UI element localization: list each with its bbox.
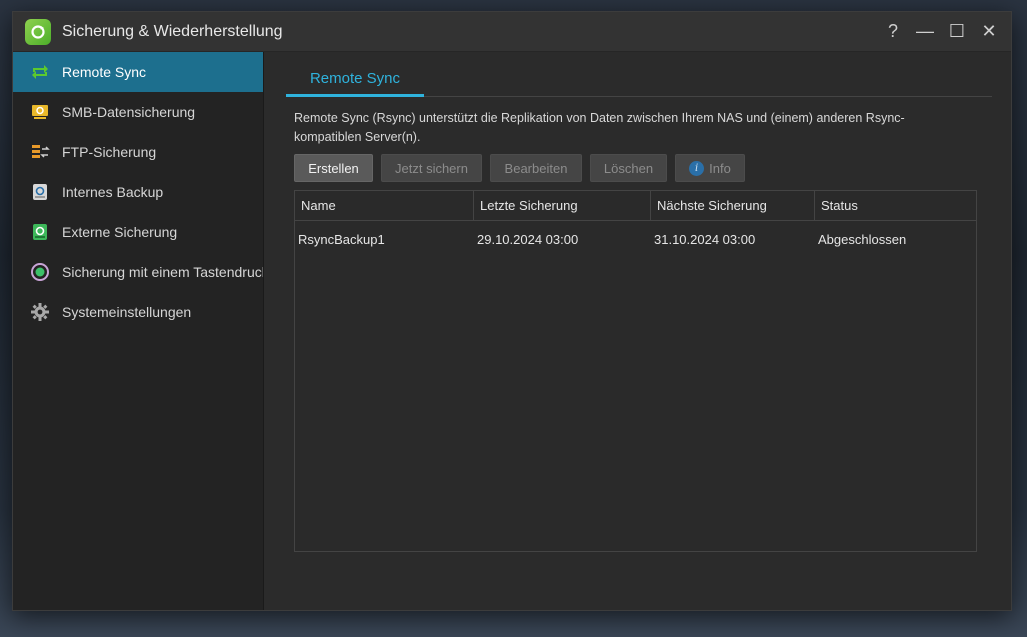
- one-touch-backup-icon: [30, 262, 50, 282]
- sidebar-item-smb-backup[interactable]: SMB-Datensicherung: [13, 92, 263, 132]
- sidebar-item-remote-sync[interactable]: Remote Sync: [13, 52, 263, 92]
- info-button-label: Info: [709, 160, 731, 176]
- column-header-status[interactable]: Status: [815, 191, 976, 220]
- sidebar-item-one-touch-backup[interactable]: Sicherung mit einem Tastendruck: [13, 252, 263, 292]
- edit-button[interactable]: Bearbeiten: [490, 154, 582, 182]
- sidebar-item-label: Internes Backup: [62, 184, 164, 200]
- help-button[interactable]: ?: [877, 12, 909, 52]
- table-row[interactable]: RsyncBackup1 29.10.2024 03:00 31.10.2024…: [295, 221, 976, 257]
- cell-name: RsyncBackup1: [298, 231, 385, 247]
- column-header-last-backup[interactable]: Letzte Sicherung: [474, 191, 651, 220]
- sidebar: Remote Sync SMB-Datensicherung FTP-Siche…: [13, 52, 264, 610]
- sidebar-item-system-settings[interactable]: Systemeinstellungen: [13, 292, 263, 332]
- close-button[interactable]: ✕: [973, 12, 1005, 52]
- sidebar-item-ftp-backup[interactable]: FTP-Sicherung: [13, 132, 263, 172]
- info-button[interactable]: i Info: [675, 154, 745, 182]
- app-icon: [25, 18, 51, 45]
- info-icon: i: [689, 160, 705, 176]
- tab-bar: Remote Sync: [286, 62, 992, 97]
- minimize-button[interactable]: —: [909, 12, 941, 52]
- cell-status: Abgeschlossen: [818, 231, 907, 247]
- table-header: Name Letzte Sicherung Nächste Sicherung …: [295, 191, 976, 221]
- sidebar-item-external-backup[interactable]: Externe Sicherung: [13, 212, 263, 252]
- delete-button[interactable]: Löschen: [590, 154, 667, 182]
- sidebar-item-label: Externe Sicherung: [62, 224, 178, 240]
- gear-icon: [30, 302, 50, 322]
- tab-remote-sync[interactable]: Remote Sync: [286, 62, 424, 97]
- maximize-button[interactable]: ☐: [941, 12, 973, 52]
- sidebar-item-label: Remote Sync: [62, 64, 147, 80]
- description-text: Remote Sync (Rsync) unterstützt die Repl…: [294, 111, 905, 144]
- sidebar-item-label: FTP-Sicherung: [62, 144, 157, 160]
- cell-last-backup: 29.10.2024 03:00: [477, 231, 579, 247]
- column-header-name[interactable]: Name: [295, 191, 474, 220]
- sidebar-item-label: Sicherung mit einem Tastendruck: [62, 264, 263, 280]
- remote-sync-icon: [30, 62, 50, 82]
- backup-now-button[interactable]: Jetzt sichern: [381, 154, 482, 182]
- title-bar[interactable]: Sicherung & Wiederherstellung ? — ☐ ✕: [13, 12, 1011, 52]
- sidebar-item-internal-backup[interactable]: Internes Backup: [13, 172, 263, 212]
- cell-next-backup: 31.10.2024 03:00: [654, 231, 756, 247]
- main-panel: Remote Sync Remote Sync (Rsync) unterstü…: [264, 52, 1011, 610]
- sidebar-item-label: Systemeinstellungen: [62, 304, 192, 320]
- external-backup-icon: [30, 222, 50, 242]
- backup-restore-window: Sicherung & Wiederherstellung ? — ☐ ✕ Re…: [12, 11, 1012, 611]
- ftp-backup-icon: [30, 142, 50, 162]
- smb-backup-icon: [30, 102, 50, 122]
- window-title: Sicherung & Wiederherstellung: [62, 22, 283, 40]
- create-button[interactable]: Erstellen: [294, 154, 373, 182]
- sidebar-item-label: SMB-Datensicherung: [62, 104, 196, 120]
- rsync-jobs-table: Name Letzte Sicherung Nächste Sicherung …: [294, 190, 977, 552]
- internal-backup-icon: [30, 182, 50, 202]
- column-header-next-backup[interactable]: Nächste Sicherung: [651, 191, 815, 220]
- toolbar: Erstellen Jetzt sichern Bearbeiten Lösch…: [294, 154, 745, 182]
